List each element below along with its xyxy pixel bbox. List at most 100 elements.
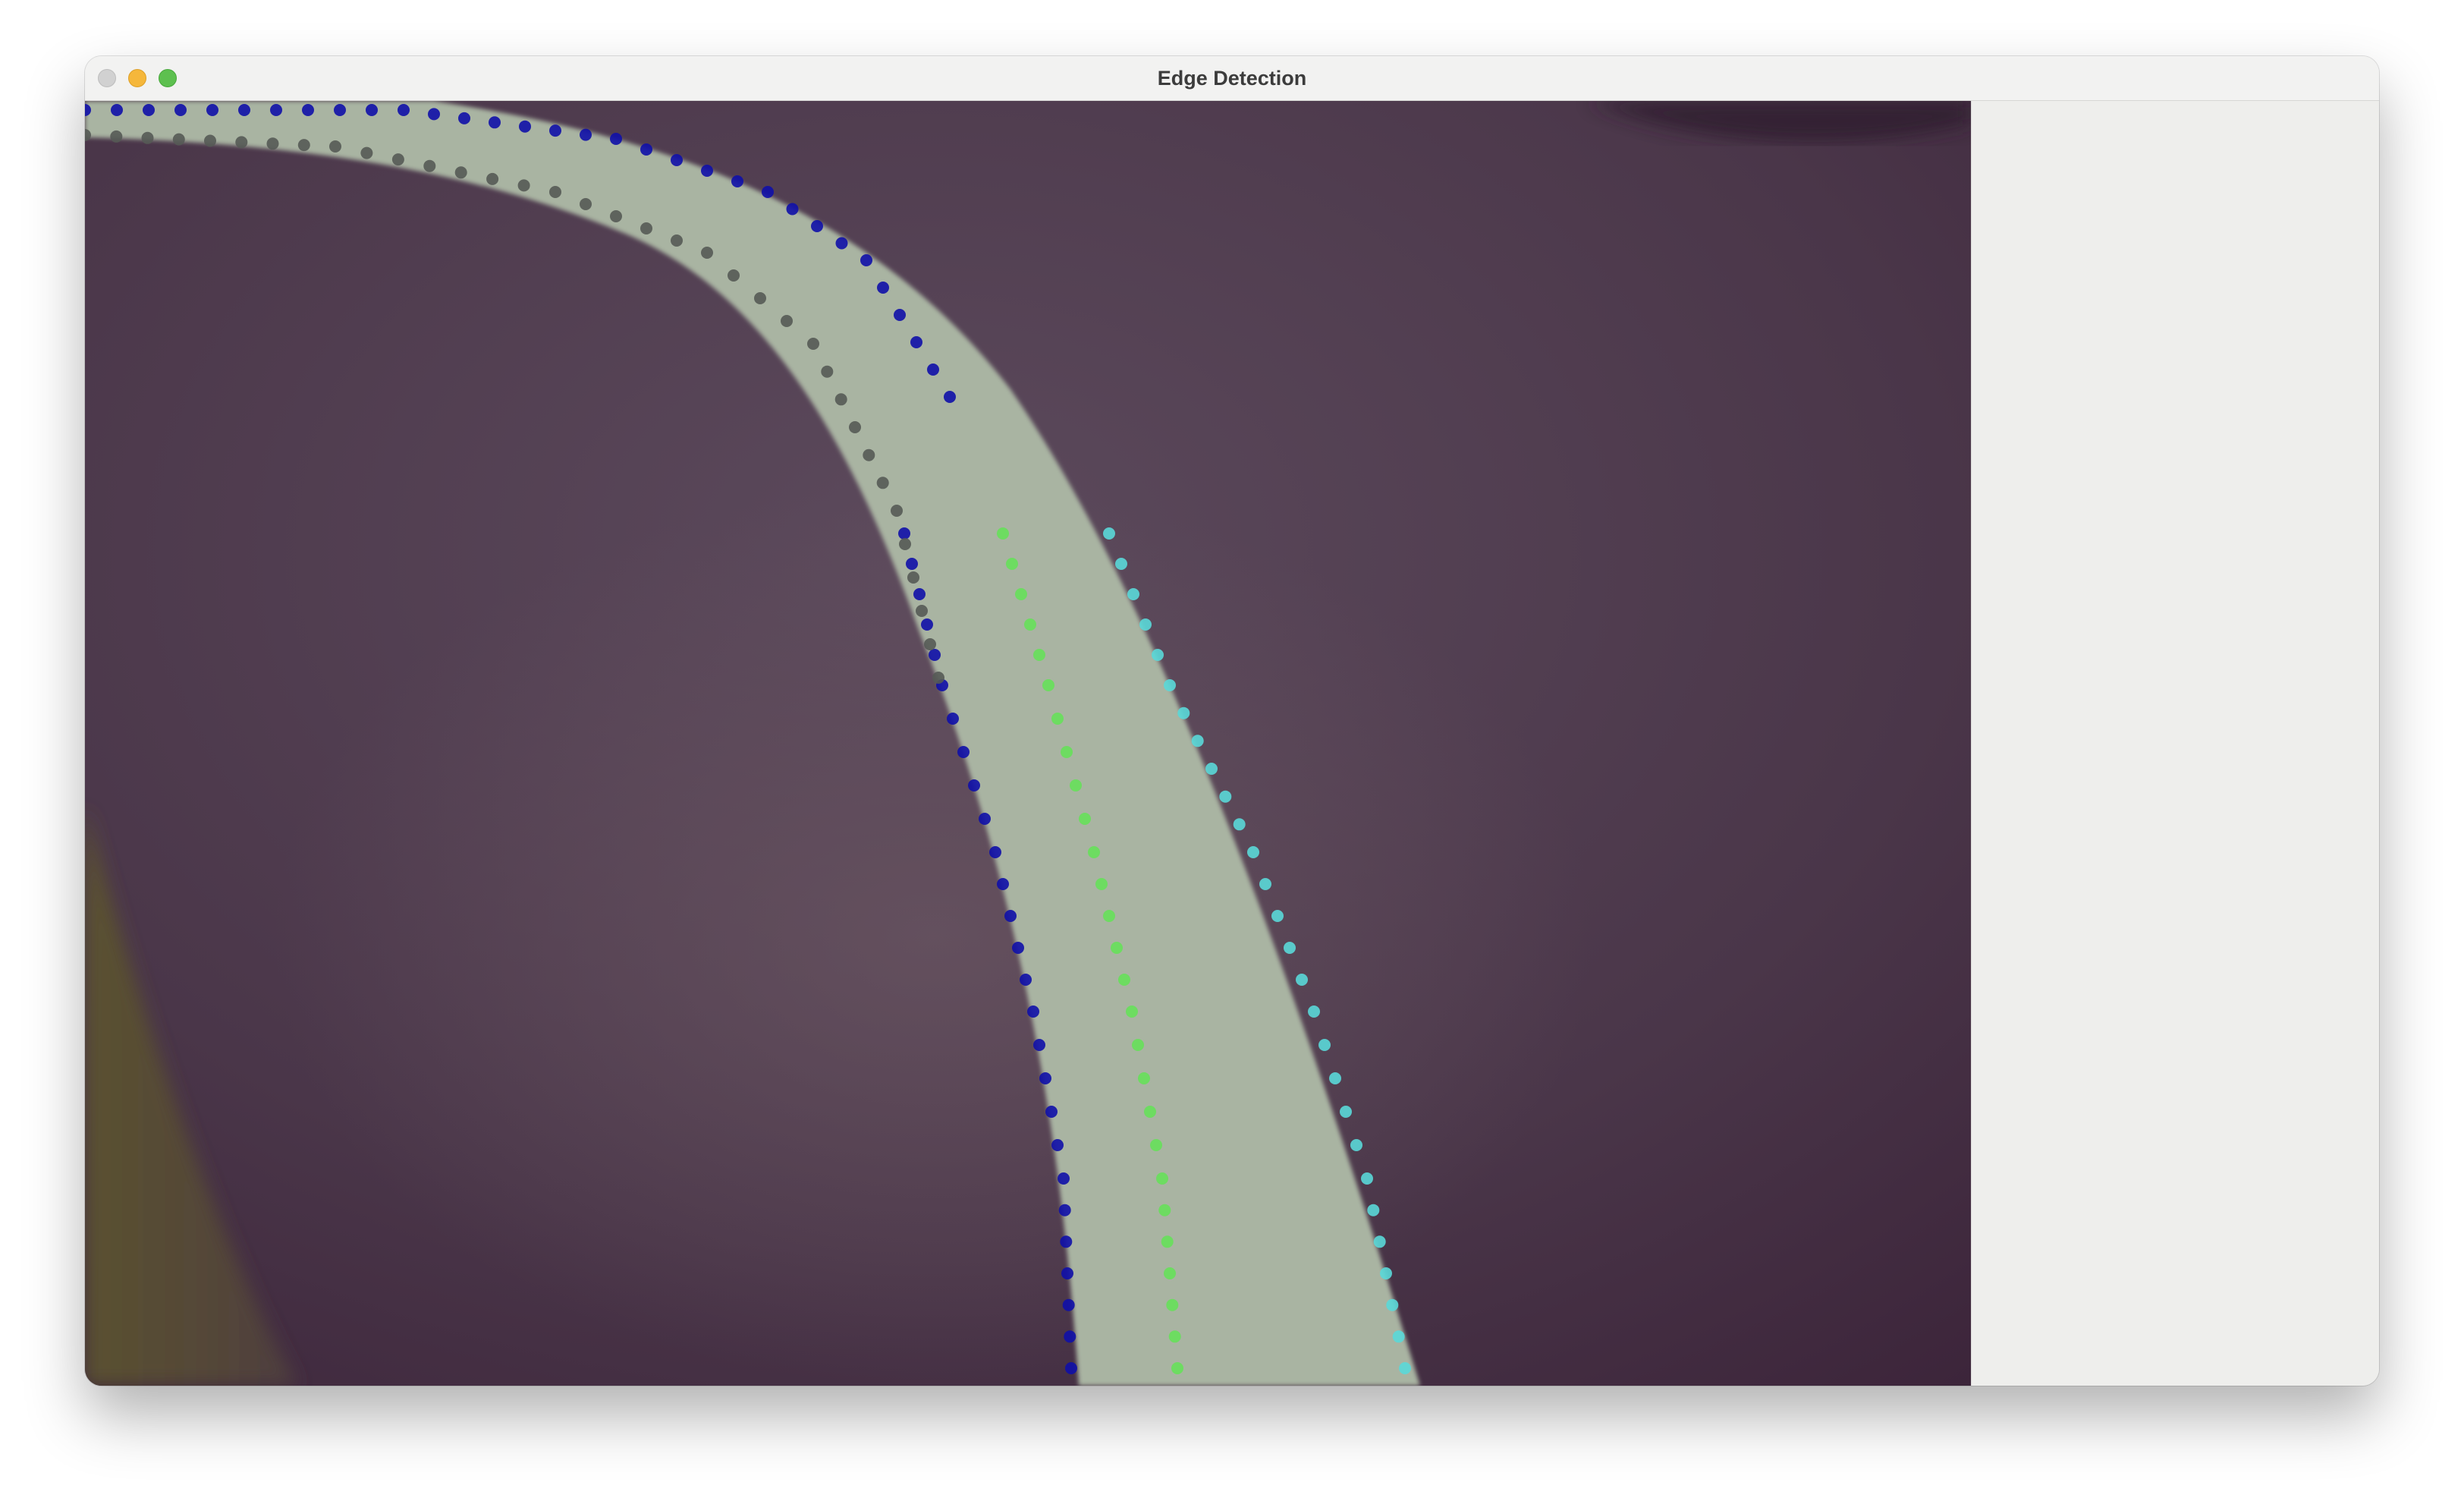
right-edge-point (1399, 1362, 1411, 1374)
left-edge-point (701, 165, 713, 177)
upper-center-point (110, 130, 123, 143)
left-edge-point (111, 104, 123, 116)
left-edge-point (1058, 1172, 1070, 1185)
left-edge-point (968, 779, 980, 791)
left-edge-point (270, 104, 282, 116)
center-line-point (1168, 1330, 1181, 1343)
upper-center-point (916, 605, 928, 617)
left-edge-point (860, 254, 872, 266)
upper-center-point (849, 421, 861, 433)
left-edge-point (786, 203, 799, 216)
right-edge-point (1164, 679, 1176, 691)
upper-center-point (172, 133, 185, 146)
upper-center-point (907, 571, 919, 584)
left-edge-point (947, 713, 959, 725)
upper-center-point (360, 146, 373, 159)
center-line-point (1042, 679, 1054, 691)
left-edge-point (143, 104, 155, 116)
right-edge-point (1318, 1039, 1331, 1051)
center-line-point (1161, 1235, 1174, 1248)
center-line-point (1111, 942, 1123, 954)
upper-center-point (754, 292, 766, 304)
left-edge-point (762, 186, 774, 198)
right-edge-point (1284, 942, 1296, 954)
left-edge-point (398, 104, 410, 116)
left-edge-point (610, 133, 622, 145)
left-edge-point (206, 104, 218, 116)
right-edge-point (1233, 818, 1246, 831)
right-edge-point (1152, 649, 1164, 661)
center-line-point (1033, 649, 1045, 661)
upper-center-point (454, 166, 467, 179)
left-edge-point (174, 104, 187, 116)
left-edge-point (811, 220, 823, 232)
left-edge-point (1012, 942, 1024, 954)
center-line-point (1015, 588, 1027, 600)
window-title: Edge Detection (1157, 67, 1307, 90)
upper-center-point (821, 365, 834, 378)
upper-center-point (807, 338, 819, 350)
left-edge-point (334, 104, 346, 116)
upper-center-point (891, 505, 903, 517)
center-line-point (1079, 813, 1091, 825)
left-edge-point (921, 618, 933, 631)
upper-center-point (391, 153, 404, 166)
camera-view (85, 101, 1971, 1386)
left-edge-point (1033, 1039, 1045, 1051)
center-line-point (1103, 910, 1115, 922)
left-edge-point (927, 363, 939, 376)
upper-center-point (329, 140, 341, 153)
upper-center-point (235, 136, 248, 149)
upper-center-point (863, 448, 875, 461)
left-edge-point (458, 112, 470, 124)
left-edge-point (835, 237, 848, 250)
center-line-point (1138, 1072, 1150, 1084)
center-line-point (1144, 1106, 1156, 1118)
right-edge-point (1139, 618, 1152, 631)
title-bar[interactable]: Edge Detection (85, 56, 2379, 101)
edge-detection-canvas (85, 101, 1971, 1386)
upper-center-point (517, 179, 530, 192)
left-edge-point (1058, 1204, 1071, 1216)
right-edge-point (1205, 763, 1218, 775)
left-edge-point (997, 878, 1009, 890)
upper-center-point (728, 269, 740, 282)
upper-center-point (834, 393, 847, 406)
center-line-point (1158, 1204, 1171, 1216)
left-edge-point (1020, 974, 1032, 986)
right-edge-point (1259, 878, 1271, 890)
center-line-point (1061, 746, 1073, 758)
upper-center-point (204, 134, 216, 147)
upper-center-point (423, 159, 436, 172)
left-edge-point (877, 282, 889, 294)
upper-center-point (924, 638, 936, 650)
right-edge-point (1296, 974, 1308, 986)
left-edge-point (731, 175, 743, 187)
upper-center-point (876, 477, 889, 489)
center-line-point (1118, 974, 1130, 986)
center-line-point (1171, 1362, 1183, 1374)
left-edge-point (1062, 1298, 1075, 1311)
left-edge-point (929, 649, 941, 661)
upper-center-point (671, 234, 683, 247)
left-edge-point (1027, 1005, 1039, 1018)
upper-center-point (640, 222, 652, 234)
upper-center-point (486, 172, 499, 185)
center-line-point (1150, 1139, 1162, 1151)
app-window: Edge Detection (85, 56, 2379, 1386)
right-edge-point (1103, 527, 1115, 540)
left-edge-point (489, 116, 501, 129)
left-edge-point (640, 143, 652, 156)
right-edge-point (1367, 1204, 1380, 1216)
left-edge-point (1045, 1106, 1058, 1118)
left-edge-point (979, 813, 991, 825)
left-edge-point (1060, 1235, 1073, 1248)
right-edge-point (1392, 1330, 1405, 1343)
left-edge-point (957, 746, 970, 758)
right-edge-point (1350, 1139, 1362, 1151)
right-edge-point (1361, 1172, 1373, 1185)
left-edge-point (944, 391, 956, 403)
right-edge-point (1191, 735, 1204, 747)
left-edge-point (989, 846, 1001, 858)
upper-center-point (297, 139, 310, 152)
